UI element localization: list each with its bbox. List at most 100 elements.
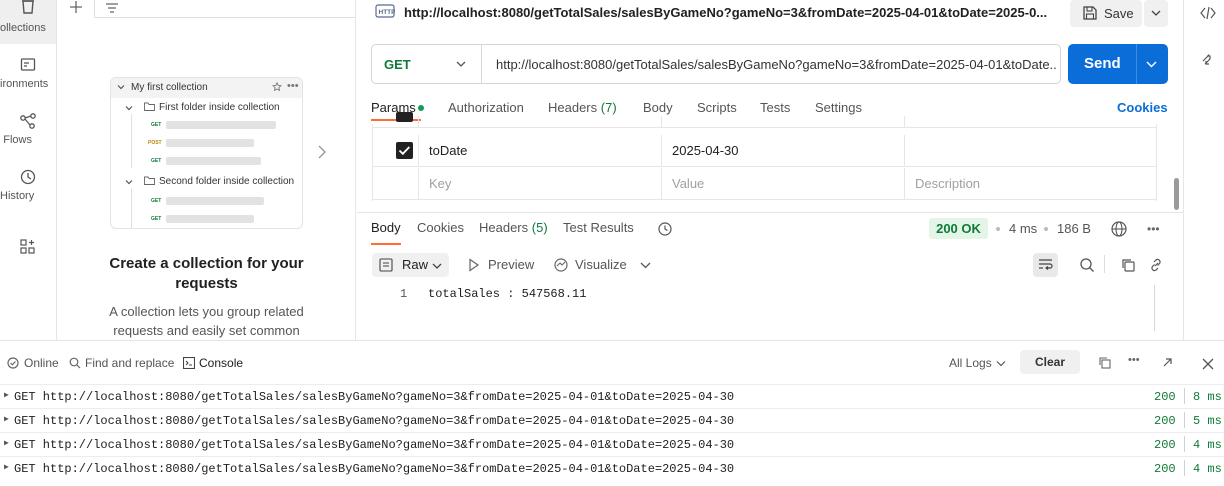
more-icon[interactable]: ••• [1128, 354, 1140, 366]
sidebar-item-flows[interactable]: Flows [0, 112, 56, 152]
param-value: 2025-04-30 [672, 143, 739, 158]
param-value-cell[interactable]: 2025-04-30 [661, 135, 904, 167]
send-label: Send [1084, 55, 1121, 72]
link-icon[interactable] [1148, 257, 1164, 273]
filter-icon[interactable] [105, 2, 119, 14]
log-row[interactable]: ▶ GET http://localhost:8080/getTotalSale… [0, 408, 1224, 432]
collections-panel: My first collection ••• First folder ins… [57, 0, 356, 340]
add-collection-icon[interactable] [69, 0, 83, 14]
sidebar-item-collections[interactable]: ollections [0, 0, 56, 44]
log-row[interactable]: ▶ GET http://localhost:8080/getTotalSale… [0, 384, 1224, 408]
param-key: toDate [429, 143, 468, 158]
log-text: GET http://localhost:8080/getTotalSales/… [14, 390, 735, 404]
send-button[interactable]: Send [1068, 44, 1168, 84]
log-filter-select[interactable]: All Logs [949, 356, 992, 370]
tab-scripts[interactable]: Scripts [697, 100, 737, 115]
params-table: toDate 2025-04-30 Key Value Description [372, 112, 1157, 201]
param-key-cell[interactable]: Key [418, 168, 661, 200]
http-icon: HTTP [375, 3, 395, 21]
preview-button[interactable]: Preview [488, 257, 534, 272]
sidebar-item-apps[interactable] [0, 238, 56, 258]
tab-test-results[interactable]: Test Results [563, 220, 634, 235]
search-icon[interactable] [1079, 257, 1095, 273]
tab-response-body[interactable]: Body [371, 220, 401, 235]
pane-divider[interactable] [357, 212, 1183, 213]
illustration-method: GET [151, 198, 162, 204]
table-cell [904, 116, 905, 128]
globe-icon[interactable] [1110, 220, 1128, 238]
tab-body[interactable]: Body [643, 100, 673, 115]
placeholder-bar [166, 139, 254, 147]
illustration-method: GET [151, 216, 162, 222]
find-replace-button[interactable]: Find and replace [85, 356, 174, 370]
log-separator [1184, 412, 1185, 428]
close-icon[interactable] [1202, 358, 1214, 370]
tab-settings[interactable]: Settings [815, 100, 862, 115]
table-row [373, 112, 1156, 128]
url-input[interactable]: http://localhost:8080/getTotalSales/sale… [496, 57, 1056, 72]
star-icon [272, 82, 282, 92]
console-tab[interactable]: Console [199, 356, 243, 370]
cookies-link[interactable]: Cookies [1117, 100, 1168, 115]
log-status: 200 [1154, 438, 1176, 452]
response-body-line[interactable]: totalSales : 547568.11 [428, 287, 586, 301]
log-row[interactable]: ▶ GET http://localhost:8080/getTotalSale… [0, 456, 1224, 480]
param-description-cell[interactable]: Description [904, 168, 1156, 200]
placeholder-bar [166, 215, 254, 223]
tab-label: Headers [548, 100, 598, 115]
log-text: GET http://localhost:8080/getTotalSales/… [14, 462, 735, 476]
more-icon[interactable]: ••• [1147, 222, 1160, 236]
sidebar-item-environments[interactable]: ironments [0, 56, 56, 96]
illustration-folder-1: First folder inside collection [159, 102, 280, 113]
scrollbar-thumb[interactable] [1174, 178, 1179, 210]
online-status[interactable]: Online [24, 356, 59, 370]
chevron-right-icon[interactable] [317, 144, 327, 160]
history-icon[interactable] [657, 221, 673, 237]
visualize-icon [553, 257, 569, 273]
log-separator [1184, 460, 1185, 476]
raw-select[interactable]: Raw [372, 253, 449, 277]
request-title[interactable]: http://localhost:8080/getTotalSales/sale… [404, 5, 1047, 20]
sidebar-item-history[interactable]: History [0, 168, 56, 208]
tab-headers[interactable]: Headers (7) [548, 100, 617, 115]
param-description-cell[interactable] [904, 135, 1156, 167]
param-key-cell[interactable]: toDate [418, 135, 661, 167]
sidebar-rail: ollections ironments Flows History [0, 0, 57, 340]
status-badge[interactable]: 200 OK [929, 218, 988, 239]
checkbox[interactable] [396, 112, 413, 122]
wrap-lines-button[interactable] [1033, 253, 1058, 277]
more-icon: ••• [287, 80, 299, 92]
response-size[interactable]: 186 B [1057, 221, 1091, 236]
method-select[interactable]: GET [372, 45, 482, 83]
code-icon[interactable] [1200, 6, 1216, 20]
pop-out-icon[interactable] [1162, 357, 1173, 368]
folder-icon [144, 176, 155, 185]
expand-arrow-icon[interactable]: ▶ [4, 414, 9, 424]
copy-icon[interactable] [1098, 356, 1111, 369]
chevron-down-icon[interactable] [1146, 60, 1157, 68]
tab-response-headers[interactable]: Headers (5) [479, 220, 548, 235]
param-value-cell[interactable]: Value [661, 168, 904, 200]
response-time[interactable]: 4 ms [1009, 221, 1037, 236]
tab-response-cookies[interactable]: Cookies [417, 220, 464, 235]
collapse-icon[interactable] [1201, 53, 1215, 67]
tab-authorization[interactable]: Authorization [448, 100, 524, 115]
expand-arrow-icon[interactable]: ▶ [4, 462, 9, 472]
clear-button[interactable]: Clear [1020, 350, 1080, 374]
checkbox[interactable] [396, 142, 413, 159]
save-label: Save [1104, 6, 1134, 21]
environment-icon [19, 56, 37, 74]
expand-arrow-icon[interactable]: ▶ [4, 438, 9, 448]
log-row[interactable]: ▶ GET http://localhost:8080/getTotalSale… [0, 432, 1224, 456]
chevron-down-icon[interactable] [640, 261, 651, 269]
visualize-button[interactable]: Visualize [575, 257, 627, 272]
placeholder-bar [166, 197, 264, 205]
save-dropdown-button[interactable] [1144, 0, 1168, 27]
save-button[interactable]: Save [1070, 0, 1142, 27]
chevron-down-icon[interactable] [996, 360, 1006, 367]
tab-label: Headers [479, 220, 529, 235]
table-row: toDate 2025-04-30 [373, 135, 1156, 167]
tab-tests[interactable]: Tests [760, 100, 790, 115]
copy-icon[interactable] [1120, 257, 1136, 273]
expand-arrow-icon[interactable]: ▶ [4, 390, 9, 400]
